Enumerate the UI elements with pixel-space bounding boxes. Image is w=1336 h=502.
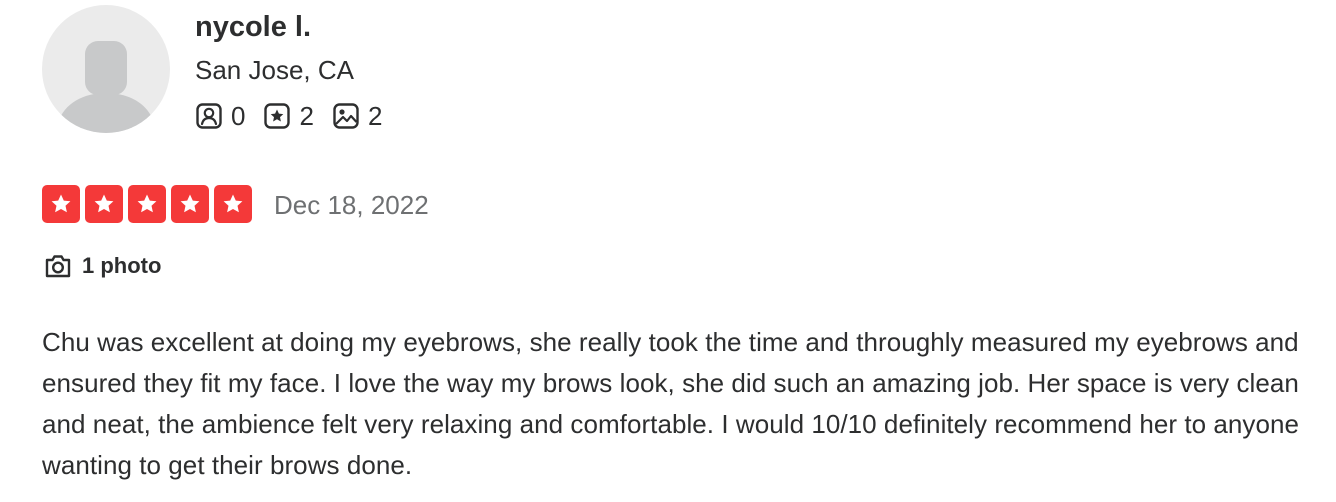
photo-count-label: 1 photo — [82, 253, 162, 278]
star-icon — [94, 194, 114, 213]
reviews-count: 2 — [299, 101, 314, 131]
user-location: San Jose, CA — [195, 55, 354, 85]
photos-stat: 2 — [332, 100, 382, 132]
friends-count: 0 — [231, 101, 246, 131]
review-date: Dec 18, 2022 — [274, 190, 429, 220]
user-stats: 0 2 2 — [195, 100, 400, 132]
user-avatar[interactable] — [42, 5, 170, 133]
rating-star — [128, 185, 166, 223]
photos-icon — [333, 103, 359, 129]
default-user-avatar-icon — [58, 41, 154, 133]
star-icon — [137, 194, 157, 213]
review-photos-link[interactable]: 1 photo — [44, 250, 161, 282]
reviews-star-icon — [264, 103, 291, 129]
user-name[interactable]: nycole l. — [195, 8, 311, 46]
camera-icon — [45, 255, 71, 278]
rating-star — [85, 185, 123, 223]
rating-star — [42, 185, 80, 223]
reviews-stat: 2 — [263, 100, 314, 132]
rating-star — [171, 185, 209, 223]
star-icon — [180, 194, 200, 213]
star-icon — [51, 194, 71, 213]
review-text: Chu was excellent at doing my eyebrows, … — [42, 327, 1299, 480]
friends-icon — [196, 103, 222, 129]
friends-stat: 0 — [195, 100, 245, 132]
star-icon — [223, 194, 243, 213]
star-rating — [42, 185, 257, 223]
photos-count: 2 — [367, 101, 383, 131]
rating-star — [214, 185, 252, 223]
